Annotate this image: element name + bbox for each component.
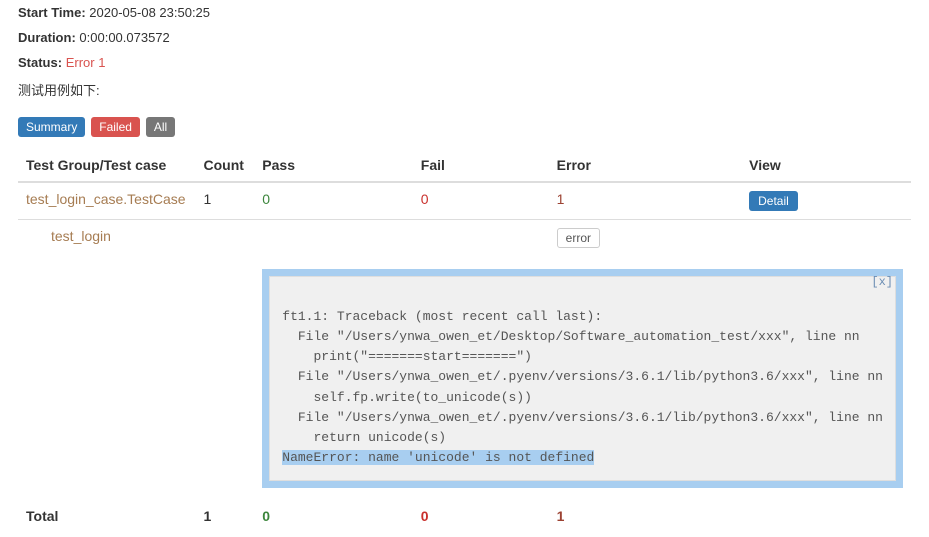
table-header-row: Test Group/Test case Count Pass Fail Err…	[18, 149, 911, 182]
table-row: test_login_case.TestCase 1 0 0 1 Detail	[18, 182, 911, 220]
status-line: Status: Error 1	[18, 55, 911, 70]
detail-button[interactable]: Detail	[749, 191, 798, 211]
header-count: Count	[196, 149, 255, 182]
total-label: Total	[18, 496, 196, 532]
start-time-value: 2020-05-08 23:50:25	[89, 5, 210, 20]
start-time-label: Start Time:	[18, 5, 86, 20]
test-case-link[interactable]: test_login	[51, 228, 111, 244]
duration-label: Duration:	[18, 30, 76, 45]
header-view: View	[741, 149, 911, 182]
status-label: Status:	[18, 55, 62, 70]
header-error: Error	[549, 149, 741, 182]
cell-pass: 0	[254, 182, 413, 220]
total-error: 1	[549, 496, 741, 532]
duration-value: 0:00:00.073572	[79, 30, 169, 45]
table-sub-row: test_login error	[18, 220, 911, 257]
traceback-row: [x] ft1.1: Traceback (most recent call l…	[18, 256, 911, 496]
total-pass: 0	[254, 496, 413, 532]
status-value: Error 1	[66, 55, 106, 70]
traceback-text: ft1.1: Traceback (most recent call last)…	[269, 276, 896, 481]
all-button[interactable]: All	[146, 117, 175, 137]
cell-error: 1	[549, 182, 741, 220]
total-row: Total 1 0 0 1	[18, 496, 911, 532]
header-pass: Pass	[254, 149, 413, 182]
results-table: Test Group/Test case Count Pass Fail Err…	[18, 149, 911, 532]
test-group-link[interactable]: test_login_case.TestCase	[26, 191, 186, 207]
description-line: 测试用例如下:	[18, 80, 911, 99]
failed-button[interactable]: Failed	[91, 117, 140, 137]
start-time-line: Start Time: 2020-05-08 23:50:25	[18, 5, 911, 20]
cell-fail: 0	[413, 182, 549, 220]
traceback-highlight: NameError: name 'unicode' is not defined	[282, 450, 594, 465]
header-fail: Fail	[413, 149, 549, 182]
cell-count: 1	[196, 182, 255, 220]
header-group: Test Group/Test case	[18, 149, 196, 182]
duration-line: Duration: 0:00:00.073572	[18, 30, 911, 45]
total-count: 1	[196, 496, 255, 532]
total-fail: 0	[413, 496, 549, 532]
error-badge[interactable]: error	[557, 228, 600, 248]
close-icon[interactable]: [x]	[871, 275, 893, 289]
summary-button[interactable]: Summary	[18, 117, 85, 137]
traceback-panel: [x] ft1.1: Traceback (most recent call l…	[262, 269, 903, 488]
filter-buttons: Summary Failed All	[18, 117, 911, 137]
